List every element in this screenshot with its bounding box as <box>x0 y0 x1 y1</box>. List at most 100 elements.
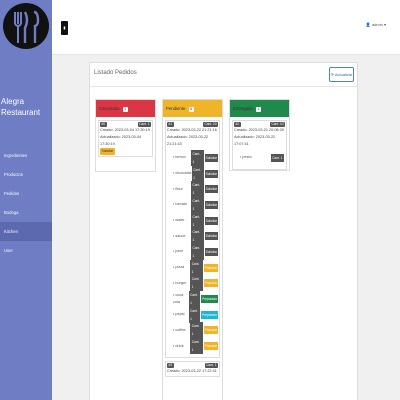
cutlery-icon <box>3 3 49 49</box>
item-name-text: juice <box>175 249 184 254</box>
item-status-button[interactable]: Solicitar <box>204 247 218 256</box>
list-item: • chocolate Cant. 1 Solicitar <box>173 165 218 182</box>
list-item: • water Cant. 1 Solicitar <box>173 212 218 229</box>
column-count-badge: 1 <box>256 107 261 112</box>
column-cancelled: Cancelado 1 #0 Cant. 1 Creado: 2023-03-0… <box>95 99 156 172</box>
request-button[interactable]: Solicitar <box>100 148 115 155</box>
item-name-text: drink <box>175 343 184 348</box>
item-name: • coca cola <box>173 293 184 305</box>
column-title: Entregado <box>233 106 253 111</box>
item-status-button[interactable]: Solicitar <box>204 185 218 194</box>
column-delivered: Entregado 1 #2 Cant. 10 Creado: 2023-03-… <box>229 99 290 171</box>
sidebar-item-ingredientes[interactable]: Ingredientes <box>0 146 52 165</box>
order-created: Creado: 2023-03-22 17:22:41 <box>167 368 217 373</box>
item-name-text: water <box>175 218 185 223</box>
user-menu[interactable]: 👤 admin ▾ <box>366 22 386 27</box>
item-status-button[interactable]: Preparar <box>203 263 218 272</box>
item-name: • water <box>173 218 185 223</box>
item-name-text: sauce <box>175 233 186 238</box>
list-item: • lemon Cant. 1 Solicitar <box>173 149 218 166</box>
sidebar-item-user[interactable]: User <box>0 241 52 260</box>
column-title: Cancelado <box>99 106 120 111</box>
brand-line-2: Restaurant <box>1 108 41 117</box>
list-item: • coffee Cant. 1 Preparar <box>173 322 218 339</box>
order-created: Creado: 2023-03-21 20:08:39 <box>234 128 284 132</box>
item-qty-badge: Cant. 1 <box>190 322 203 339</box>
item-name-text: chocolate <box>175 171 192 176</box>
order-created: Creado: 2023-03-22 21:21:16 <box>167 128 217 132</box>
column-pending: Pendiente 6 #1 Cant. 10 Creado: 2023-03-… <box>162 99 223 400</box>
item-name: • pepsi <box>173 312 185 317</box>
order-card: #1 Cant. 10 Creado: 2023-03-22 21:21:16 … <box>165 120 220 358</box>
item-qty-badge: Cant. 1 <box>190 228 204 245</box>
brand-line-1: Alegra <box>1 97 25 106</box>
sidebar-toggle-button[interactable]: ▮ <box>61 21 68 35</box>
sidebar-item-pedidos[interactable]: Pedidos <box>0 184 52 203</box>
list-item: • sauce Cant. 1 Solicitar <box>173 228 218 245</box>
top-navbar: ▮ 👤 admin ▾ <box>52 0 400 55</box>
item-status-button[interactable]: Solicitar <box>204 216 218 225</box>
item-qty-badge: Cant. 1 <box>270 153 284 162</box>
item-qty-badge: Cant. 1 <box>190 196 204 213</box>
list-item: • coca cola Cant. 1 Preparado <box>173 291 218 308</box>
order-created: Creado: 2023-03-04 17:30:19 <box>100 128 150 132</box>
order-card: #0 Cant. 1 Creado: 2023-03-04 17:30:19 A… <box>98 120 153 157</box>
list-item: • flour Cant. 1 Solicitar <box>173 181 218 198</box>
item-name: • juice <box>173 249 184 254</box>
item-name: • pesto <box>240 155 252 160</box>
item-qty-badge: Cant. 1 <box>191 165 204 182</box>
column-header-cancelled: Cancelado 1 <box>96 100 155 117</box>
item-qty-badge: Cant. 1 <box>190 243 204 260</box>
item-name-text: lemon <box>175 155 186 160</box>
sidebar-menu: Ingredientes Productos Pedidos Bodega Ki… <box>0 146 52 260</box>
item-status-button[interactable]: Preparar <box>203 326 218 335</box>
sidebar-item-productos[interactable]: Productos <box>0 165 52 184</box>
item-status-button[interactable]: Preparado <box>201 310 218 319</box>
caret-down-icon: ▾ <box>383 22 386 27</box>
item-status-button[interactable]: Preparar <box>203 342 218 351</box>
item-name: • burger <box>173 280 187 285</box>
item-status-button[interactable]: Preparado <box>201 295 218 304</box>
item-name-text: pizza <box>175 265 185 270</box>
item-status-button[interactable]: Solicitar <box>204 232 218 241</box>
item-status-button[interactable]: Solicitar <box>204 200 218 209</box>
item-status-button[interactable]: Solicitar <box>204 169 218 178</box>
column-title: Pendiente <box>166 106 186 111</box>
column-count-badge: 1 <box>122 107 128 112</box>
item-qty-badge: Cant. 1 <box>190 181 204 198</box>
list-item: • juice Cant. 1 Solicitar <box>173 243 218 260</box>
column-header-delivered: Entregado 1 <box>230 100 289 117</box>
item-name-text: burger <box>175 280 187 285</box>
panel-header: Listado Pedidos ⟳ Actualizar <box>90 63 357 87</box>
order-items-list: • pesto Cant. 1 <box>234 148 285 168</box>
item-name-text: coffee <box>175 327 186 332</box>
refresh-label: Actualizar <box>334 72 353 77</box>
item-status-button[interactable]: Solicitar <box>204 153 218 162</box>
page-title: Listado Pedidos <box>94 70 137 76</box>
refresh-icon: ⟳ <box>330 72 334 77</box>
item-qty-badge: Cant. 1 <box>190 275 203 292</box>
item-qty-badge: Cant. 1 <box>190 212 204 229</box>
restaurant-logo[interactable] <box>3 3 49 89</box>
item-name: • chocolate <box>173 171 192 176</box>
refresh-button[interactable]: ⟳ Actualizar <box>329 67 354 82</box>
list-item: • tomato Cant. 1 Solicitar <box>173 196 218 213</box>
brand-name: Alegra Restaurant <box>1 96 40 118</box>
sidebar-item-kitchen[interactable]: Kitchen <box>0 222 52 241</box>
item-name: • tomato <box>173 202 187 207</box>
item-name: • lemon <box>173 155 186 160</box>
item-name: • coffee <box>173 327 186 332</box>
item-name-text: coca cola <box>173 293 184 305</box>
order-card: #2 Cant. 10 Creado: 2023-03-21 20:08:39 … <box>232 120 287 170</box>
list-item: • pesto Cant. 1 <box>240 150 285 166</box>
item-status-button[interactable]: Preparar <box>203 279 218 288</box>
item-qty-badge: Cant. 1 <box>188 306 201 323</box>
list-item: • pepsi Cant. 1 Preparado <box>173 306 218 323</box>
sidebar: Alegra Restaurant Ingredientes Productos… <box>0 0 52 400</box>
list-item: • pizza Cant. 1 Preparar <box>173 259 218 276</box>
item-qty-badge: Cant. 1 <box>190 149 204 166</box>
sidebar-item-bodega[interactable]: Bodega <box>0 203 52 222</box>
list-item: • burger Cant. 1 Preparar <box>173 275 218 292</box>
item-name: • drink <box>173 343 184 348</box>
item-name: • pizza <box>173 265 185 270</box>
